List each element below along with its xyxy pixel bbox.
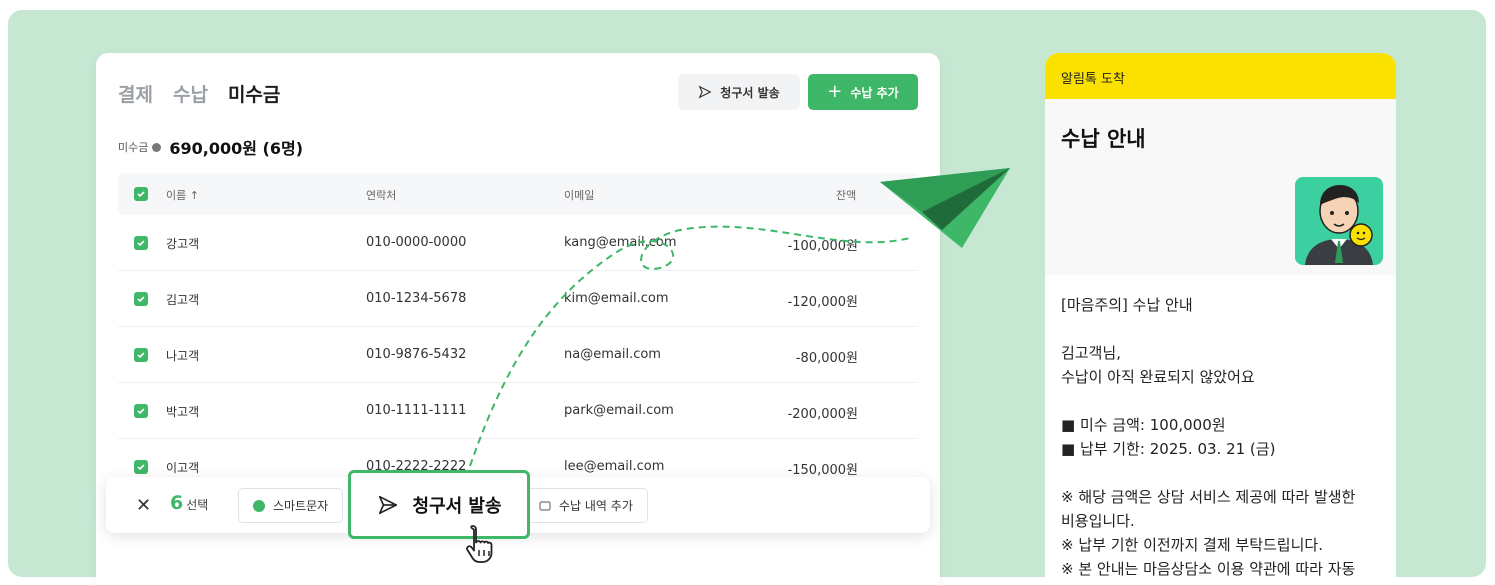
- customer-phone: 010-1234-5678: [366, 291, 467, 306]
- send-invoice-highlight-label: 청구서 발송: [412, 495, 502, 517]
- customer-balance: -150,000원: [787, 463, 858, 478]
- customer-email: kang@email.com: [564, 235, 677, 250]
- customer-email: lee@email.com: [564, 459, 665, 474]
- col-name[interactable]: 이름 ↑: [166, 187, 199, 203]
- send-invoice-label: 청구서 발송: [720, 85, 780, 100]
- tab-collection[interactable]: 수납: [173, 80, 208, 107]
- customer-balance: -200,000원: [787, 407, 858, 422]
- counselor-avatar-icon: [1305, 185, 1373, 265]
- col-phone: 연락처: [366, 189, 397, 202]
- message-line: [1061, 317, 1380, 341]
- row-checkbox[interactable]: [134, 236, 148, 250]
- customer-phone: 010-0000-0000: [366, 235, 467, 250]
- check-icon: [137, 296, 145, 303]
- message-line: 수납이 아직 완료되지 않았어요: [1061, 368, 1255, 386]
- customer-name: 나고객: [166, 349, 200, 363]
- wallet-icon: [539, 500, 551, 511]
- col-email: 이메일: [564, 189, 595, 202]
- check-icon: [137, 464, 145, 471]
- select-all-checkbox[interactable]: [134, 187, 148, 201]
- selected-count: 6: [170, 492, 184, 514]
- alimtalk-header: 알림톡 도착: [1045, 53, 1396, 99]
- customer-email: na@email.com: [564, 347, 661, 362]
- alimtalk-preview: 알림톡 도착 수납 안내 [마음주의] 수납 안내김고객님, 수납이 아직 완료되…: [1045, 53, 1396, 585]
- check-icon: [137, 240, 145, 247]
- customer-balance: -80,000원: [795, 351, 858, 366]
- smart-sms-button[interactable]: 스마트문자: [238, 488, 344, 523]
- message-line: [1061, 389, 1380, 413]
- customer-phone: 010-9876-5432: [366, 347, 467, 362]
- message-line: ■ 납부 기한: 2025. 03. 21 (금): [1061, 440, 1276, 458]
- customer-name: 김고객: [166, 293, 200, 307]
- row-checkbox[interactable]: [134, 348, 148, 362]
- message-line: ※ 본 안내는 마음상담소 이용 약관에 따라 자동: [1061, 560, 1356, 578]
- message-title: 수납 안내: [1061, 127, 1146, 151]
- table-row[interactable]: 강고객 010-0000-0000 kang@email.com -100,000원: [118, 215, 918, 271]
- message-body: [마음주의] 수납 안내김고객님, 수납이 아직 완료되지 않았어요 ■ 미수 금액…: [1045, 275, 1396, 585]
- add-collection-button[interactable]: + 수납 추가: [808, 74, 918, 110]
- message-line: [마음주의] 수납 안내: [1061, 296, 1193, 314]
- selected-label: 선택: [186, 498, 209, 512]
- customer-name: 이고객: [166, 461, 200, 475]
- row-checkbox[interactable]: [134, 460, 148, 474]
- close-icon[interactable]: ✕: [136, 495, 151, 516]
- avatar: [1295, 177, 1383, 265]
- tab-receivables[interactable]: 미수금: [228, 80, 280, 107]
- receivables-summary: 미수금 690,000원 (6명): [118, 135, 303, 159]
- message-line: [1061, 461, 1380, 485]
- add-collection-label: 수납 추가: [850, 85, 899, 100]
- message-heading-area: 수납 안내: [1045, 99, 1396, 275]
- message-line: ■ 미수 금액: 100,000원: [1061, 416, 1226, 434]
- message-line: ※ 해당 금액은 상담 서비스 제공에 따라 발생한: [1061, 488, 1356, 506]
- table-row[interactable]: 나고객 010-9876-5432 na@email.com -80,000원: [118, 327, 918, 383]
- hand-cursor-icon: [466, 525, 493, 563]
- smart-sms-label: 스마트문자: [273, 499, 329, 513]
- customer-balance: -120,000원: [787, 295, 858, 310]
- message-line: 비용입니다.: [1061, 512, 1135, 530]
- customer-name: 강고객: [166, 237, 200, 251]
- check-icon: [137, 352, 145, 359]
- customer-email: kim@email.com: [564, 291, 669, 306]
- add-history-label: 수납 내역 추가: [559, 499, 633, 513]
- row-checkbox[interactable]: [134, 292, 148, 306]
- customer-balance: -100,000원: [787, 239, 858, 254]
- check-icon: [137, 191, 145, 198]
- table-header: 이름 ↑ 연락처 이메일 잔액: [118, 173, 918, 215]
- plus-icon: +: [827, 81, 843, 102]
- send-icon: [698, 85, 712, 99]
- customer-phone: 010-1111-1111: [366, 403, 467, 418]
- check-icon: [137, 408, 145, 415]
- send-icon: [379, 495, 398, 514]
- message-line: ※ 납부 기한 이전까지 결제 부탁드립니다.: [1061, 536, 1323, 554]
- chat-icon: [253, 499, 265, 512]
- tab-payment[interactable]: 결제: [118, 80, 153, 107]
- summary-amount: 690,000원 (6명): [169, 139, 304, 158]
- customer-email: park@email.com: [564, 403, 674, 418]
- selection-count: 6 선택: [170, 492, 208, 514]
- col-balance: 잔액: [836, 189, 857, 202]
- info-icon[interactable]: [152, 142, 162, 152]
- row-checkbox[interactable]: [134, 404, 148, 418]
- message-line: 김고객님,: [1061, 344, 1121, 362]
- table-row[interactable]: 김고객 010-1234-5678 kim@email.com -120,000원: [118, 271, 918, 327]
- table-row[interactable]: 박고객 010-1111-1111 park@email.com -200,000원: [118, 383, 918, 439]
- send-invoice-button[interactable]: 청구서 발송: [678, 74, 800, 110]
- summary-label: 미수금: [118, 141, 149, 154]
- add-history-button[interactable]: 수납 내역 추가: [524, 488, 648, 523]
- customer-name: 박고객: [166, 405, 200, 419]
- tab-bar: 결제 수납 미수금: [118, 80, 280, 107]
